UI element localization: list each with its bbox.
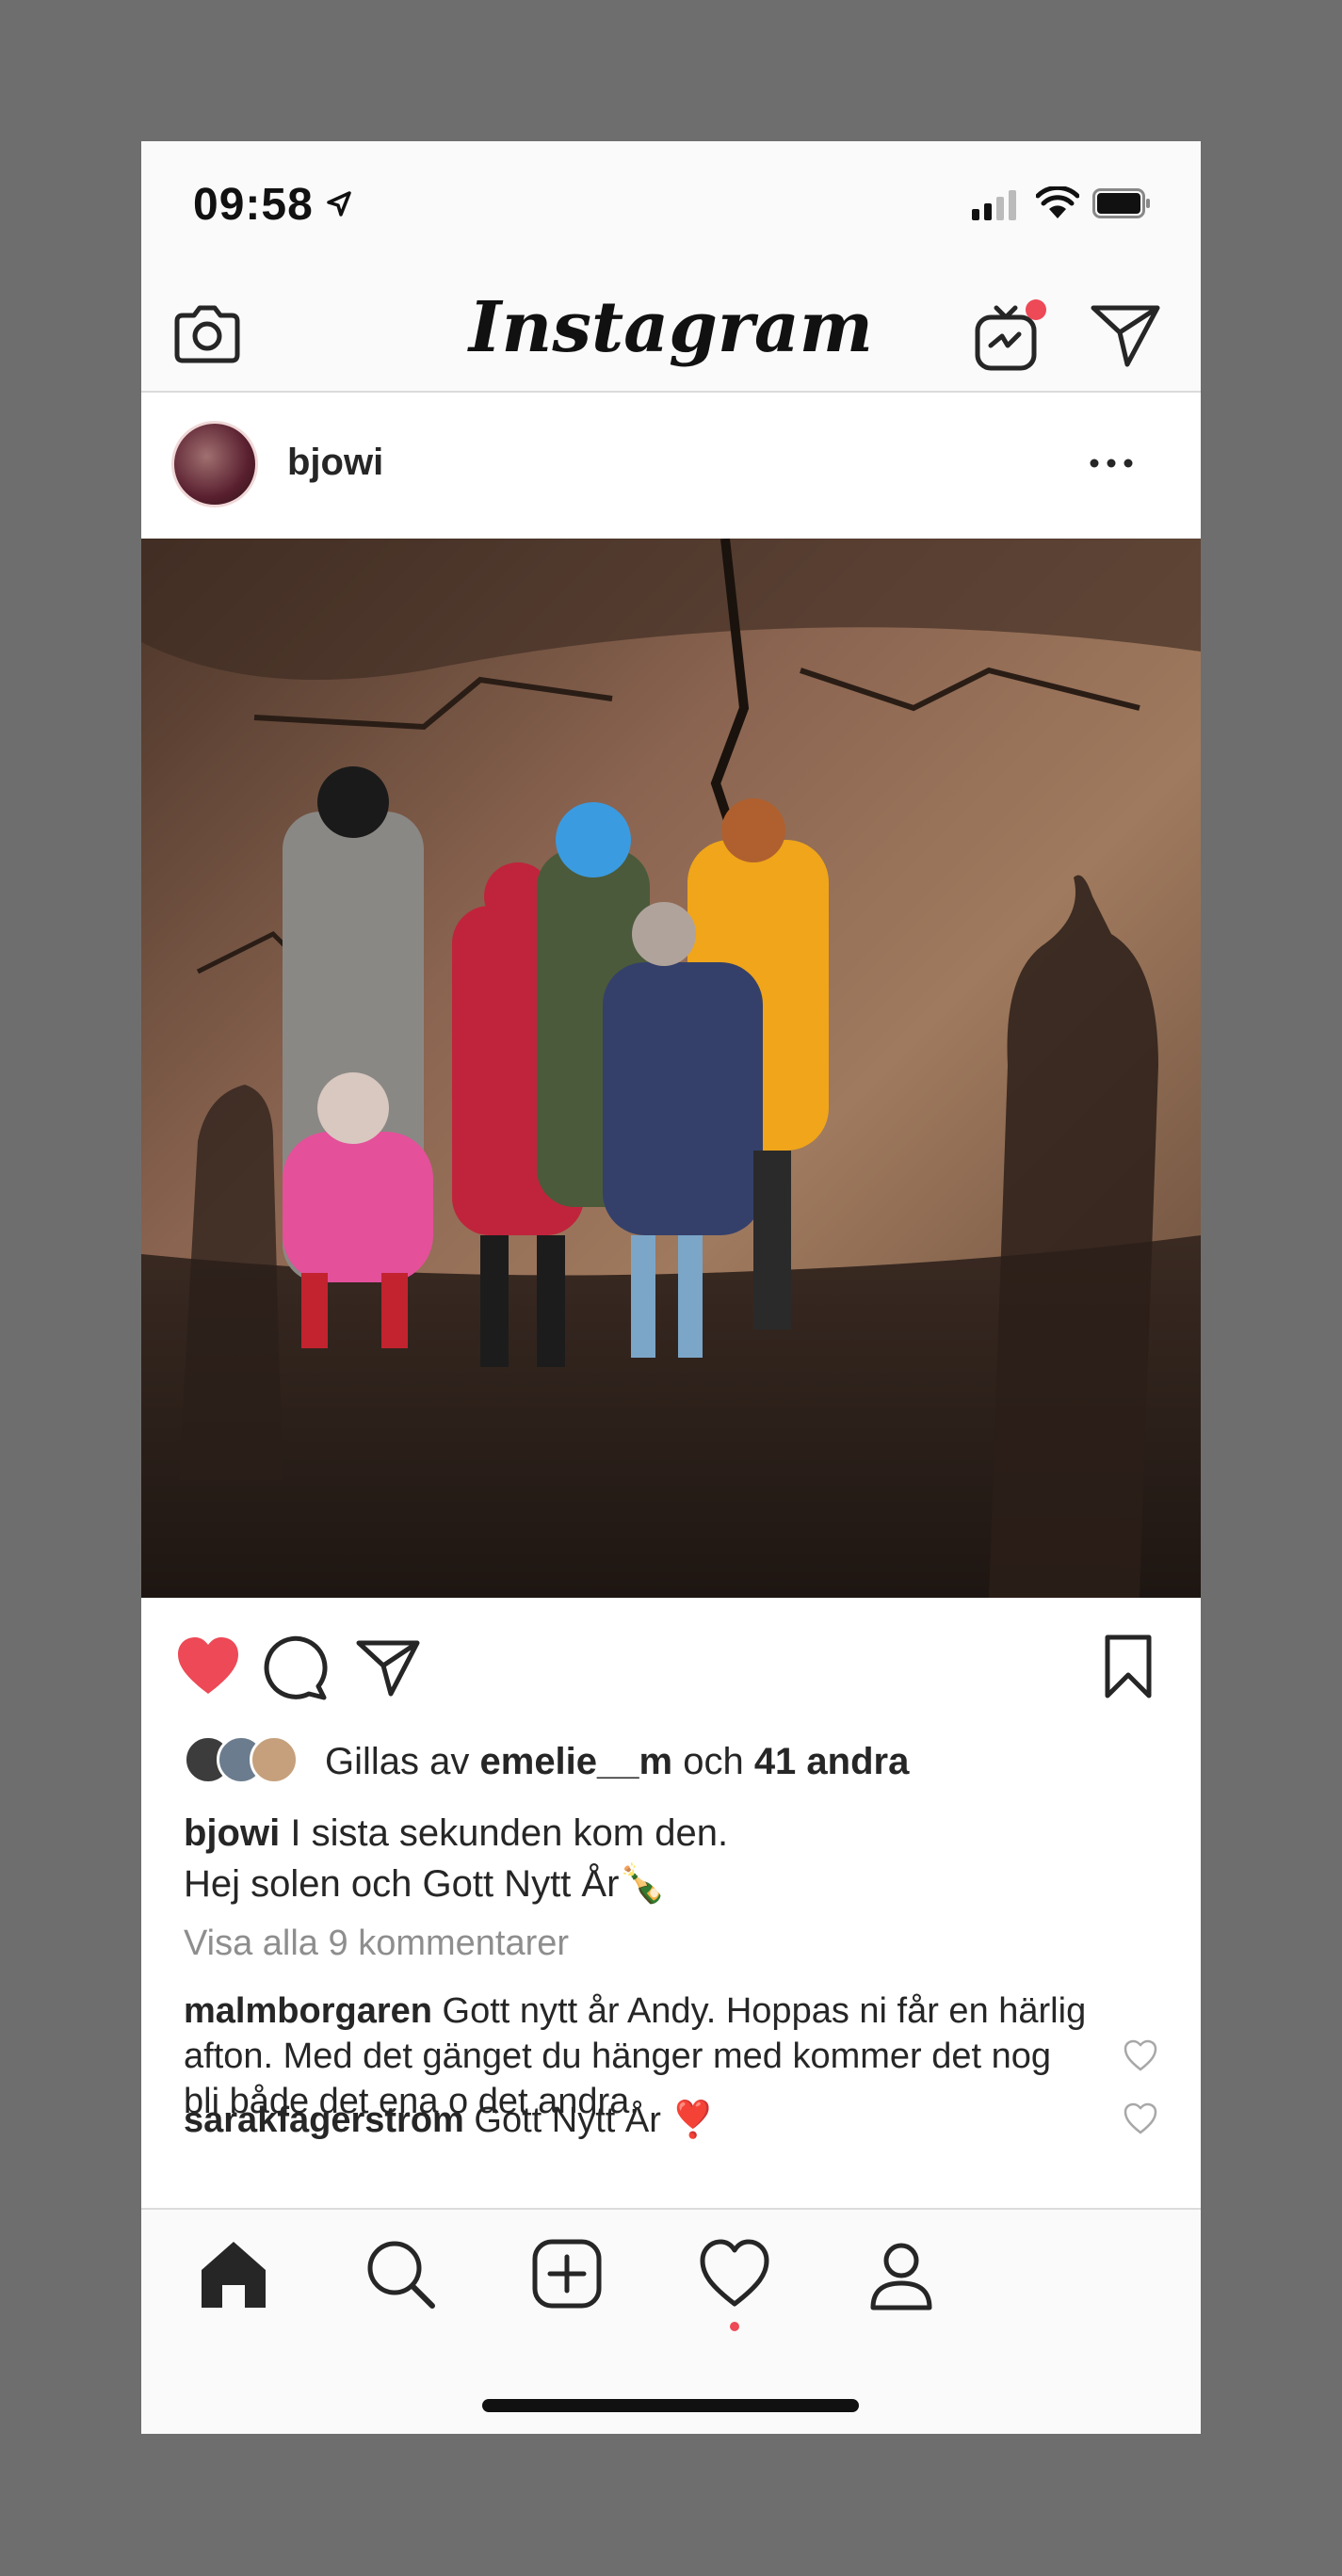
comment-username[interactable]: malmborgaren: [184, 1991, 432, 2031]
more-options-icon[interactable]: [1083, 444, 1140, 482]
location-arrow-icon: [327, 191, 351, 217]
heart-filled-icon[interactable]: [174, 1634, 242, 1698]
direct-message-icon[interactable]: [1088, 297, 1163, 372]
comment-icon[interactable]: [262, 1634, 330, 1701]
likes-others[interactable]: 41 andra: [754, 1741, 910, 1782]
view-all-comments-link[interactable]: Visa alla 9 kommentarer: [184, 1924, 569, 1964]
add-post-icon[interactable]: [529, 2236, 605, 2311]
comment-username[interactable]: sarakfagerstrom: [184, 2101, 464, 2140]
likes-row[interactable]: Gillas av emelie__m och 41 andra: [184, 1735, 1172, 1792]
comment-item: sarakfagerstrom Gott Nytt År ❣️: [184, 2098, 1088, 2143]
status-time: 09:58: [193, 180, 314, 230]
home-indicator[interactable]: [482, 2399, 859, 2412]
share-icon[interactable]: [353, 1634, 421, 1701]
bookmark-icon[interactable]: [1100, 1634, 1156, 1701]
likes-text: Gillas av emelie__m och 41 andra: [325, 1741, 909, 1783]
post-photo[interactable]: [141, 539, 1201, 1598]
comment-text: Gott Nytt År ❣️: [474, 2101, 716, 2140]
battery-icon: [1092, 188, 1150, 218]
heart-outline-icon[interactable]: [1123, 2101, 1158, 2135]
search-icon[interactable]: [363, 2236, 438, 2311]
wifi-icon: [1036, 186, 1079, 218]
app-header: Instagram: [141, 268, 1201, 393]
caption-username[interactable]: bjowi: [184, 1812, 280, 1854]
likes-user[interactable]: emelie__m: [480, 1741, 673, 1782]
likes-middle: och: [672, 1741, 754, 1782]
heart-outline-icon[interactable]: [1123, 2038, 1158, 2072]
avatar[interactable]: [171, 421, 258, 507]
status-bar: 09:58: [141, 141, 1201, 268]
phone-screen: 09:58 Instagram bjowi Gillas av emelie__…: [141, 141, 1201, 2434]
home-icon[interactable]: [196, 2236, 271, 2311]
post-username[interactable]: bjowi: [287, 442, 383, 484]
signal-icon: [972, 190, 1016, 220]
post-caption: bjowi I sista sekunden kom den. Hej sole…: [184, 1808, 1163, 1909]
liker-avatar: [250, 1735, 299, 1784]
activity-heart-icon[interactable]: [697, 2236, 772, 2340]
likes-prefix: Gillas av: [325, 1741, 480, 1782]
post-actions: [141, 1598, 1201, 1730]
caption-line1: I sista sekunden kom den.: [290, 1812, 729, 1854]
caption-line2: Hej solen och Gott Nytt År🍾: [184, 1863, 667, 1905]
profile-icon[interactable]: [864, 2236, 939, 2311]
igtv-icon[interactable]: [970, 295, 1051, 376]
post-header: bjowi: [141, 393, 1201, 539]
